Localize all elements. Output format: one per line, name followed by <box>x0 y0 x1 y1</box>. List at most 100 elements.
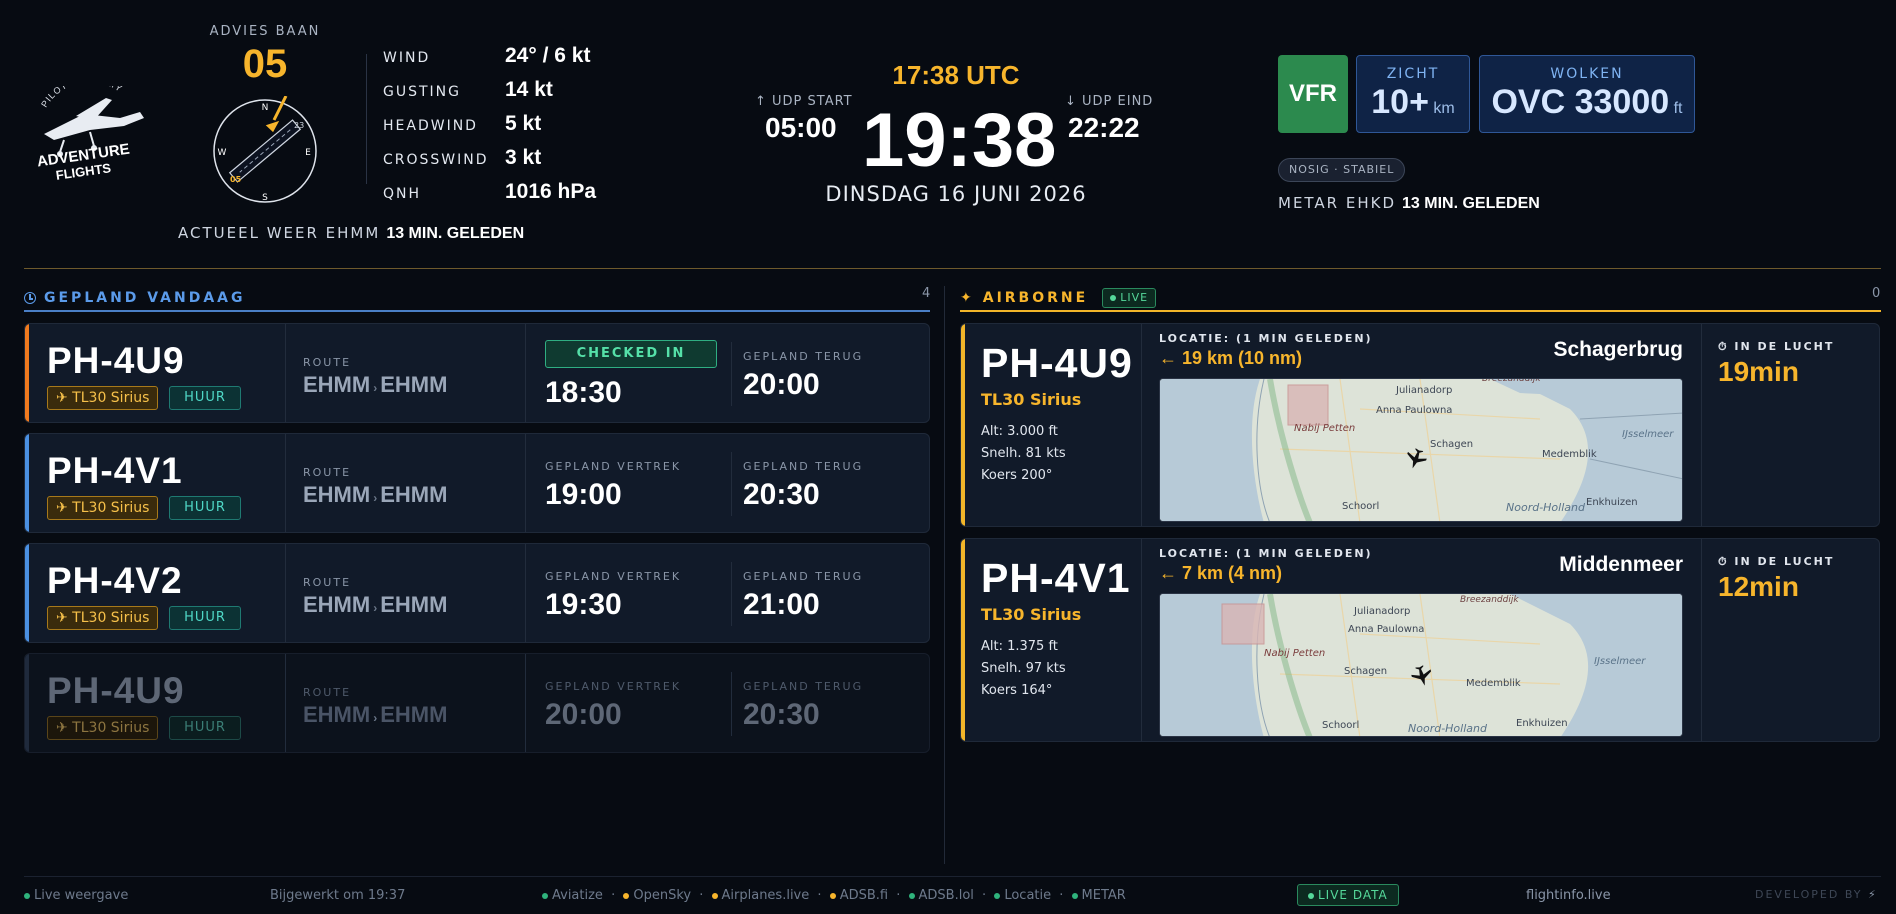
weather-row-headwind: HEADWIND 5 kt <box>383 112 541 136</box>
route-arrow-icon: › <box>373 381 378 395</box>
card-separator <box>731 562 732 626</box>
route-to: EHMM <box>380 372 448 397</box>
source-dot-icon <box>542 892 548 899</box>
qnh-value: 1016 hPa <box>505 180 597 203</box>
clock-icon <box>24 292 36 304</box>
card-separator <box>285 434 286 532</box>
current-date: DINSDAG 16 JUNI 2026 <box>825 182 1087 206</box>
map-label-medemblik: Medemblik <box>1542 449 1597 460</box>
return-time: 21:00 <box>743 588 820 621</box>
checked-in-badge: CHECKED IN <box>545 340 717 368</box>
airtime-label-text: IN DE LUCHT <box>1734 340 1835 353</box>
airtime-label: ⏱ IN DE LUCHT <box>1718 555 1834 569</box>
header-divider <box>24 268 1881 269</box>
live-dot-icon <box>1308 892 1314 899</box>
departure-time: 19:00 <box>545 478 622 511</box>
live-data-badge: LIVE DATA <box>1297 884 1399 906</box>
source-adsb-lol: ADSB.lol <box>908 888 974 903</box>
source-dot-icon <box>908 892 915 899</box>
source-dot-icon <box>1071 892 1078 899</box>
weather-row-qnh: QNH 1016 hPa <box>383 180 596 204</box>
map-label-anna-paulowna: Anna Paulowna <box>1348 624 1424 635</box>
weather-station-label: ACTUEEL WEER EHMM <box>178 224 381 242</box>
card-separator <box>525 434 526 532</box>
crosswind-label: CROSSWIND <box>383 152 489 168</box>
route-value: EHMM › EHMM <box>303 592 447 618</box>
developer-logo-icon: ⚡ <box>1868 888 1878 901</box>
card-separator <box>731 342 732 406</box>
aircraft-type-badge: ✈ TL30 Sirius <box>47 716 159 740</box>
headwind-label: HEADWIND <box>383 118 478 134</box>
heading: Koers 164° <box>981 683 1053 698</box>
return-time: 20:30 <box>743 698 820 731</box>
route-arrow-icon: › <box>373 601 378 615</box>
site-link[interactable]: flightinfo.live <box>1526 888 1611 903</box>
return-label: GEPLAND TERUG <box>743 350 864 363</box>
altitude: Alt: 3.000 ft <box>981 424 1058 439</box>
weather-divider <box>366 54 367 184</box>
route-to: EHMM <box>380 592 448 617</box>
planned-flight-card[interactable]: PH-4V2 ✈ TL30 Sirius HUUR ROUTE EHMM › EHM… <box>24 543 930 643</box>
map-label-noord-holland: Noord-Holland <box>1408 722 1488 735</box>
aircraft-type: TL30 Sirius <box>981 390 1082 409</box>
airborne-count: 0 <box>1872 286 1881 301</box>
aircraft-type-badge: ✈ TL30 Sirius <box>47 496 159 520</box>
rental-badge: HUUR <box>169 496 241 520</box>
aircraft-registration: PH-4U9 <box>47 670 185 711</box>
wind-label: WIND <box>383 50 431 66</box>
route-value: EHMM › EHMM <box>303 482 447 508</box>
departure-label: GEPLAND VERTREK <box>545 570 682 583</box>
metar-trend-badge: NOSIG · STABIEL <box>1278 158 1406 182</box>
planned-flight-card[interactable]: PH-4V1 ✈ TL30 Sirius HUUR ROUTE EHMM › EHM… <box>24 433 930 533</box>
planned-title: GEPLAND VANDAAG <box>44 290 246 306</box>
planned-flight-card[interactable]: PH-4U9 ✈ TL30 Sirius HUUR ROUTE EHMM › EHM… <box>24 323 930 423</box>
source-dot-icon <box>994 892 1001 899</box>
map-label-noord-holland: Noord-Holland <box>1506 501 1586 514</box>
altitude: Alt: 1.375 ft <box>981 639 1058 654</box>
airtime-label-text: IN DE LUCHT <box>1734 555 1835 568</box>
rental-badge: HUUR <box>169 386 241 410</box>
departure-time: 19:30 <box>545 588 622 621</box>
weather-row-crosswind: CROSSWIND 3 kt <box>383 146 541 170</box>
return-time: 20:30 <box>743 478 820 511</box>
compass-rwy-b: 23 <box>294 121 304 130</box>
udp-end-label: ↓ UDP EIND <box>1065 94 1154 109</box>
planned-flight-card[interactable]: PH-4U9 ✈ TL30 Sirius HUUR ROUTE EHMM › EHM… <box>24 653 930 753</box>
airborne-flight-card[interactable]: PH-4U9 TL30 Sirius Alt: 3.000 ft Snelh. … <box>960 323 1880 527</box>
ground-speed: Snelh. 97 kts <box>981 661 1066 676</box>
live-dot-icon <box>1110 295 1117 301</box>
position-map[interactable]: Julianadorp Breezanddijk Anna Paulowna N… <box>1159 378 1683 522</box>
logo-top-text: PILOT ACADEMY <box>39 74 123 109</box>
data-sources: Aviatize · OpenSky · Airplanes.live · AD… <box>542 888 1126 903</box>
source-dot-icon <box>829 892 836 899</box>
card-separator <box>525 544 526 642</box>
qnh-label: QNH <box>383 186 422 202</box>
wind-compass: N E S W 05 23 <box>210 95 320 206</box>
route-label: ROUTE <box>303 356 352 369</box>
position-map[interactable]: Breezanddijk Julianadorp Anna Paulowna N… <box>1159 593 1683 737</box>
clouds-box: WOLKEN OVC 33000 ft <box>1479 55 1695 133</box>
live-data-label: LIVE DATA <box>1318 888 1388 902</box>
location-label: LOCATIE: (1 MIN GELEDEN) <box>1159 332 1373 345</box>
rental-badge: HUUR <box>169 716 241 740</box>
live-badge: LIVE <box>1102 288 1157 308</box>
runway-advice-number: 05 <box>242 42 288 86</box>
visibility-value: 10+ <box>1371 83 1429 121</box>
return-label: GEPLAND TERUG <box>743 460 864 473</box>
column-divider <box>944 286 945 864</box>
udp-start-time: 05:00 <box>765 112 837 143</box>
route-label: ROUTE <box>303 466 352 479</box>
compass-w: W <box>218 148 227 158</box>
map-label-enkhuizen: Enkhuizen <box>1516 718 1568 729</box>
footer-divider <box>24 876 1881 877</box>
aircraft-registration: PH-4U9 <box>47 340 185 381</box>
planned-section-header: GEPLAND VANDAAG <box>24 284 246 312</box>
airborne-flight-card[interactable]: PH-4V1 TL30 Sirius Alt: 1.375 ft Snelh. … <box>960 538 1880 742</box>
udp-end-time: 22:22 <box>1068 112 1140 143</box>
airtime-value: 19min <box>1718 356 1799 387</box>
rental-badge: HUUR <box>169 606 241 630</box>
card-separator <box>1141 539 1142 741</box>
route-to: EHMM <box>380 702 448 727</box>
metar-station-label: METAR EHKD <box>1278 194 1397 212</box>
ground-speed: Snelh. 81 kts <box>981 446 1066 461</box>
